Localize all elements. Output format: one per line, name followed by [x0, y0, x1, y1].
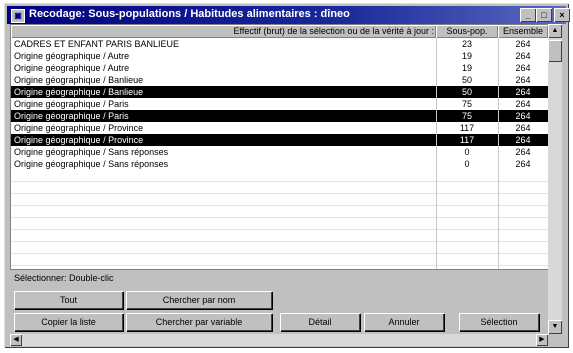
results-grid[interactable]: Effectif (brut) de la sélection ou de la…	[10, 24, 549, 270]
scroll-left-icon[interactable]: ◀	[10, 334, 22, 346]
table-row[interactable]: Origine géographique / Autre 19 264	[11, 50, 548, 62]
grid-line	[11, 229, 548, 230]
selection-hint: Sélectionner: Double-clic	[14, 273, 114, 283]
selection-button[interactable]: Sélection	[459, 313, 539, 331]
minimize-button[interactable]: _	[520, 8, 536, 22]
row-label: Origine géographique / Banlieue	[14, 75, 144, 85]
row-sous-pop: 19	[461, 51, 472, 61]
column-header-sous-pop[interactable]: Sous-pop.	[436, 25, 498, 38]
grid-line	[11, 265, 548, 266]
table-row[interactable]: CADRES ET ENFANT PARIS BANLIEUE 23 264	[11, 38, 548, 50]
row-label: Origine géographique / Banlieue	[14, 87, 144, 97]
annuler-button[interactable]: Annuler	[364, 313, 444, 331]
table-row[interactable]: Origine géographique / Paris 75 264	[11, 98, 548, 110]
grid-line	[11, 253, 548, 254]
row-ensemble: 264	[515, 135, 531, 145]
row-sous-pop: 19	[461, 63, 472, 73]
table-row[interactable]: Origine géographique / Banlieue 50 264	[11, 86, 548, 98]
row-sous-pop: 117	[459, 123, 475, 133]
row-label: Origine géographique / Province	[14, 135, 144, 145]
row-sous-pop: 23	[461, 39, 472, 49]
chercher-par-nom-button[interactable]: Chercher par nom	[126, 291, 272, 309]
row-label: Origine géographique / Paris	[14, 111, 129, 121]
grid-line	[11, 205, 548, 206]
row-sous-pop: 50	[461, 87, 472, 97]
row-sous-pop: 117	[459, 135, 475, 145]
close-button[interactable]: ×	[554, 8, 570, 22]
maximize-button[interactable]: □	[536, 8, 552, 22]
app-icon[interactable]: ▣	[11, 9, 25, 23]
row-ensemble: 264	[515, 111, 531, 121]
row-label: Origine géographique / Sans réponses	[14, 147, 169, 157]
scroll-up-icon[interactable]: ▲	[548, 24, 562, 38]
column-divider	[436, 38, 437, 269]
table-row[interactable]: Origine géographique / Autre 19 264	[11, 62, 548, 74]
row-label: Origine géographique / Autre	[14, 63, 130, 73]
row-ensemble: 264	[515, 87, 531, 97]
window-title: Recodage: Sous-populations / Habitudes a…	[29, 8, 350, 20]
table-row[interactable]: Origine géographique / Province 117 264	[11, 122, 548, 134]
horizontal-scrollbar[interactable]: ◀ ▶	[10, 334, 548, 346]
row-label: Origine géographique / Paris	[14, 99, 129, 109]
row-sous-pop: 75	[461, 111, 472, 121]
table-row[interactable]: Origine géographique / Province 117 264	[11, 134, 548, 146]
scroll-thumb[interactable]	[548, 40, 562, 62]
row-ensemble: 264	[515, 63, 531, 73]
vertical-scrollbar[interactable]: ▲ ▼	[548, 24, 562, 334]
column-header-label[interactable]: Effectif (brut) de la sélection ou de la…	[11, 25, 436, 38]
scroll-down-icon[interactable]: ▼	[548, 320, 562, 334]
column-divider	[498, 38, 499, 269]
row-ensemble: 264	[515, 147, 531, 157]
row-label: Origine géographique / Autre	[14, 51, 130, 61]
table-row[interactable]: Origine géographique / Banlieue 50 264	[11, 74, 548, 86]
grid-line	[11, 241, 548, 242]
column-header-ensemble[interactable]: Ensemble	[498, 25, 548, 38]
row-label: Origine géographique / Province	[14, 123, 144, 133]
detail-button[interactable]: Détail	[280, 313, 360, 331]
row-sous-pop: 0	[464, 159, 470, 169]
table-row[interactable]: Origine géographique / Paris 75 264	[11, 110, 548, 122]
row-sous-pop: 50	[461, 75, 472, 85]
row-ensemble: 264	[515, 75, 531, 85]
row-ensemble: 264	[515, 51, 531, 61]
grid-line	[11, 217, 548, 218]
scroll-right-icon[interactable]: ▶	[536, 334, 548, 346]
row-ensemble: 264	[515, 99, 531, 109]
tout-button[interactable]: Tout	[14, 291, 123, 309]
row-label: CADRES ET ENFANT PARIS BANLIEUE	[14, 39, 180, 49]
title-bar[interactable]: ▣ Recodage: Sous-populations / Habitudes…	[7, 6, 570, 24]
grid-line	[11, 181, 548, 182]
row-sous-pop: 0	[464, 147, 470, 157]
table-row[interactable]: Origine géographique / Sans réponses 0 264	[11, 158, 548, 170]
table-row[interactable]: Origine géographique / Sans réponses 0 264	[11, 146, 548, 158]
row-label: Origine géographique / Sans réponses	[14, 159, 169, 169]
copier-liste-button[interactable]: Copier la liste	[14, 313, 123, 331]
row-sous-pop: 75	[461, 99, 472, 109]
chercher-par-variable-button[interactable]: Chercher par variable	[126, 313, 272, 331]
row-ensemble: 264	[515, 159, 531, 169]
row-ensemble: 264	[515, 123, 531, 133]
row-ensemble: 264	[515, 39, 531, 49]
grid-line	[11, 193, 548, 194]
